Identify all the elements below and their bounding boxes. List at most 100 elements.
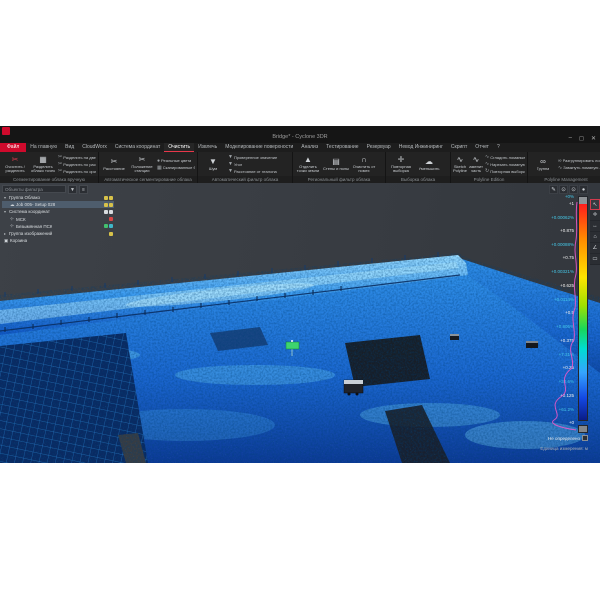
split-icon: ✂ — [58, 154, 62, 160]
title-bar[interactable]: Bridge* - Cyclone 3DR – ◻ ✕ — [0, 126, 600, 143]
camera2-icon[interactable]: ⊙ — [569, 185, 578, 194]
tab-coordinate-system[interactable]: Система координат — [111, 143, 164, 152]
visibility-icon[interactable] — [109, 232, 113, 236]
group-label: Автоматическое сегментирование облака — [99, 176, 197, 183]
pan-move-icon[interactable]: ✛ — [590, 210, 600, 221]
real-colors-button[interactable]: ● Реальные цвета — [157, 158, 195, 164]
select-cursor-icon[interactable]: ↖ — [590, 199, 600, 210]
list-menu-icon[interactable]: ≡ — [79, 185, 88, 194]
funnel-icon: ▼ — [228, 154, 233, 160]
group-polyline-management: ∞ Группа ∞ Разгруппировать ломаные линии… — [528, 152, 600, 183]
group-polylines-button[interactable]: ∞ Группа — [530, 157, 556, 172]
tab-report[interactable]: Отчет — [471, 143, 493, 152]
tab-extract[interactable]: Извлечь — [194, 143, 221, 152]
render-icon[interactable] — [109, 203, 113, 207]
tree-item-cloud-group[interactable]: ▾ Группа Облако — [2, 194, 114, 201]
scissors-icon: ✂ — [139, 155, 146, 165]
home-view-icon[interactable]: ⌂ — [590, 232, 600, 243]
tree-filter-input[interactable] — [2, 185, 66, 193]
tab-analysis[interactable]: Анализ — [297, 143, 322, 152]
color-scale-bar[interactable] — [578, 196, 588, 421]
edit-scale-icon[interactable]: ✎ — [549, 185, 558, 194]
filter-icon[interactable]: ▼ — [68, 185, 77, 194]
noise-filter-button[interactable]: ▼ Шум — [200, 157, 226, 172]
app-window: Bridge* - Cyclone 3DR – ◻ ✕ Файл На глав… — [0, 126, 600, 463]
group-label: Региональный фильтр облака — [293, 176, 385, 183]
distance-reference-button[interactable]: ▼ Расстояние от эталона — [228, 168, 277, 174]
visibility-icon[interactable] — [104, 196, 108, 200]
scale-label: +0.625 — [560, 283, 574, 288]
reduce-button[interactable]: ☁ Уменьшить — [416, 157, 442, 172]
tree-item-recycle-bin[interactable]: ▣ Корзина — [2, 237, 114, 244]
tree-item-scan-job[interactable]: ☁ Job 005- Setup 028 — [2, 201, 114, 208]
split-two-sides-button[interactable]: ✂ Разделить на две стороны — [58, 154, 96, 160]
tab-home[interactable]: На главную — [26, 143, 61, 152]
measure-distance-icon[interactable]: ↔ — [590, 221, 600, 232]
box-select-icon[interactable]: ▭ — [590, 254, 600, 265]
scale-gradient — [579, 204, 587, 420]
cube-icon: ▦ — [39, 155, 47, 165]
ungroup-polylines-button[interactable]: ∞ Разгруппировать ломаные линии — [558, 158, 600, 164]
tab-cloudworx[interactable]: CloudWorx — [78, 143, 111, 152]
angle-filter-button[interactable]: ▼ Угол — [228, 161, 277, 167]
tree-item-coordinate-systems[interactable]: ▾ Система координат — [2, 208, 114, 215]
tab-view[interactable]: Вид — [61, 143, 78, 152]
measured-value-button[interactable]: ▼ Проверенное значение — [228, 154, 277, 160]
group-cloud-sampling: ✛ Повторная выборка ☁ Уменьшить Выборка … — [386, 152, 451, 183]
divide-cloud-button[interactable]: ▦ Разделить облако точек — [30, 155, 56, 174]
tab-inspection[interactable]: Тестирование — [322, 143, 362, 152]
tab-tank[interactable]: Резервуар — [363, 143, 395, 152]
tab-clean[interactable]: Очистить — [164, 143, 194, 152]
angle-measure-icon[interactable]: ∠ — [590, 243, 600, 254]
tab-file[interactable]: Файл — [0, 143, 26, 152]
tree-item-image-group[interactable]: ▸ Группа изображений — [2, 230, 114, 237]
viewport-3d[interactable]: ▼ ≡ ▾ Группа Облако ☁ Job 005- Setup 028… — [0, 183, 600, 463]
station-position-button[interactable]: ✂ Положение станции — [129, 155, 155, 174]
tree-item-msk[interactable]: ⊹ МСК — [2, 216, 114, 223]
ground-points-button[interactable]: ▲ Отделить точки земли — [295, 155, 321, 174]
sketch-polyline-button[interactable]: ∿ Sketch Polyline — [453, 155, 467, 174]
polyline-icon: ∿ — [473, 155, 480, 165]
tab-nevod-engineering[interactable]: Невод Инжиниринг — [395, 143, 447, 152]
maximize-button[interactable]: ◻ — [579, 135, 584, 142]
tab-surface-modeling[interactable]: Моделирование поверхности — [221, 143, 297, 152]
close-button[interactable]: ✕ — [591, 135, 596, 142]
scale-label: +0.25 — [563, 365, 574, 370]
cut-polyline-button[interactable]: ∿ Нарезать ломаную линию — [485, 161, 525, 167]
undefined-checkbox[interactable] — [582, 435, 588, 441]
sphere-view-icon[interactable]: ● — [579, 185, 588, 194]
clean-divide-button[interactable]: ✂ Очистить / разделить — [2, 155, 28, 174]
scale-label: +0.875 — [560, 228, 574, 233]
tab-help[interactable]: ? — [493, 143, 504, 152]
group-label: Сегментирование облака вручную — [0, 176, 98, 183]
ribbon: ✂ Очистить / разделить ▦ Разделить облак… — [0, 152, 600, 183]
walls-floors-button[interactable]: ▤ Стены и полы — [323, 157, 349, 172]
smooth-polylines-button[interactable]: ∿ Сгладить ломаные линии — [485, 154, 525, 160]
camera-icon[interactable]: ⊙ — [559, 185, 568, 194]
split-by-distance-button[interactable]: ✂ Разделить по расстоянию — [58, 161, 96, 167]
replace-part-button[interactable]: ∿ Заменить часть — [469, 155, 483, 174]
tree-item-unnamed-ucs[interactable]: ⊹ Безымянная ПСК — [2, 223, 114, 230]
add-icon[interactable] — [104, 210, 108, 214]
close-polyline-button[interactable]: ∿ Замкнуть ломаную линию — [558, 165, 600, 171]
resample-polyline-button[interactable]: ↻ Повторная выборка ломаной линии — [485, 168, 525, 174]
minimize-button[interactable]: – — [569, 135, 572, 142]
clean-cloud-icon: ✂ — [12, 155, 19, 165]
cs-active-icon[interactable] — [104, 224, 108, 228]
scan-blocks-button[interactable]: ▦ Сканированные блоки — [157, 165, 195, 171]
distant-object-2 — [526, 341, 538, 348]
viewport-top-toolbar: ✎ ⊙ ⊙ ● — [549, 185, 588, 194]
resample-button[interactable]: ✛ Повторная выборка — [388, 155, 414, 174]
cs-flag-icon[interactable] — [109, 217, 113, 221]
polyline-icon: ∿ — [558, 165, 562, 171]
cs-flag-icon[interactable] — [109, 224, 113, 228]
polyline-icon: ∿ — [485, 154, 489, 160]
clean-clutter-button[interactable]: ∩ Очистить от помех — [351, 155, 377, 174]
tab-script[interactable]: Скрипт — [447, 143, 471, 152]
split-by-orientation-button[interactable]: ✂ Разделить по ориентации — [58, 168, 96, 174]
group-label: Polyline Management — [528, 176, 600, 183]
render-icon[interactable] — [109, 196, 113, 200]
visibility-icon[interactable] — [104, 203, 108, 207]
explode-distance-button[interactable]: ✂ Расстояние — [101, 157, 127, 172]
add-icon[interactable] — [109, 210, 113, 214]
